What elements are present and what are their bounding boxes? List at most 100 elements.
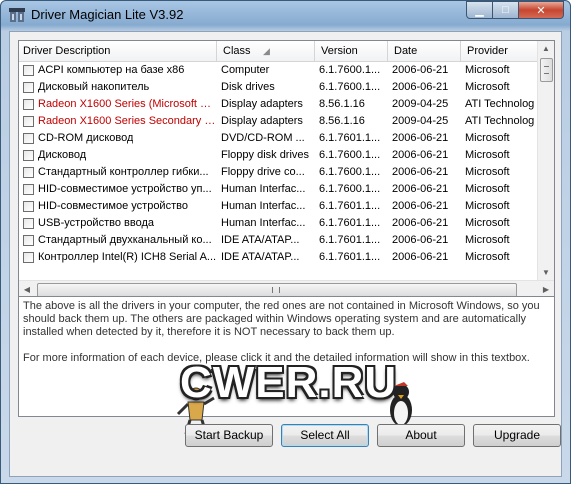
column-header-provider[interactable]: Provider [461, 41, 539, 61]
date-cell: 2006-06-21 [392, 217, 449, 229]
date-cell: 2009-04-25 [392, 115, 449, 127]
version-cell: 8.56.1.16 [319, 98, 365, 110]
row-checkbox[interactable] [23, 82, 34, 93]
row-checkbox[interactable] [23, 133, 34, 144]
driver-name: CD-ROM дисковод [38, 132, 134, 144]
row-checkbox[interactable] [23, 99, 34, 110]
column-header-date[interactable]: Date [388, 41, 461, 61]
close-button[interactable]: ✕ [519, 1, 564, 19]
description-cell: Контроллер Intel(R) ICH8 Serial A... [19, 249, 217, 266]
provider-cell: Microsoft [465, 234, 510, 246]
column-label: Driver Description [23, 45, 111, 57]
close-icon: ✕ [536, 4, 546, 17]
column-label: Date [394, 45, 418, 57]
class-cell: Human Interfac... [221, 217, 306, 229]
column-header-description[interactable]: Driver Description [19, 41, 217, 61]
class-cell: Floppy drive co... [221, 166, 305, 178]
description-cell: ACPI компьютер на базе x86 [19, 62, 217, 79]
class-cell: Human Interfac... [221, 200, 306, 212]
window-title: Driver Magician Lite V3.92 [31, 7, 184, 22]
driver-name: ACPI компьютер на базе x86 [38, 64, 185, 76]
upgrade-button[interactable]: Upgrade [473, 424, 561, 447]
column-header-class[interactable]: Class ◢ [217, 41, 315, 61]
vertical-scrollbar[interactable]: ▲ ▼ [537, 41, 554, 281]
row-checkbox[interactable] [23, 184, 34, 195]
date-cell: 2006-06-21 [392, 234, 449, 246]
table-row[interactable]: HID-совместимое устройство уп... Human In… [19, 181, 539, 198]
date-cell: 2006-06-21 [392, 149, 449, 161]
table-row[interactable]: Контроллер Intel(R) ICH8 Serial A... IDE … [19, 249, 539, 266]
date-cell: 2006-06-21 [392, 251, 449, 263]
table-row[interactable]: ACPI компьютер на базе x86 Computer 6.1.76… [19, 62, 539, 79]
provider-cell: Microsoft [465, 217, 510, 229]
class-cell: Display adapters [221, 115, 303, 127]
row-checkbox[interactable] [23, 167, 34, 178]
provider-cell: Microsoft [465, 149, 510, 161]
table-row[interactable]: USB-устройство ввода Human Interfac... 6.1… [19, 215, 539, 232]
sort-ascending-icon: ◢ [263, 46, 270, 56]
driver-name: HID-совместимое устройство уп... [38, 183, 212, 195]
start-backup-button[interactable]: Start Backup [185, 424, 273, 447]
version-cell: 6.1.7600.1... [319, 149, 381, 161]
table-row[interactable]: Дисковод Floppy disk drives 6.1.7600.1... 2… [19, 147, 539, 164]
minimize-button[interactable]: ▁ [466, 1, 493, 19]
row-checkbox[interactable] [23, 235, 34, 246]
app-window: Driver Magician Lite V3.92 ▁ □ ✕ Driver … [0, 0, 571, 484]
date-cell: 2009-04-25 [392, 98, 449, 110]
class-cell: Floppy disk drives [221, 149, 310, 161]
provider-cell: Microsoft [465, 166, 510, 178]
class-cell: Disk drives [221, 81, 275, 93]
column-header-version[interactable]: Version [315, 41, 388, 61]
table-row[interactable]: CD-ROM дисковод DVD/CD-ROM ... 6.1.7601.1.… [19, 130, 539, 147]
driver-name: Стандартный двухканальный ко... [38, 234, 212, 246]
row-checkbox[interactable] [23, 150, 34, 161]
description-cell: Radeon X1600 Series (Microsoft C... [19, 96, 217, 113]
description-cell: Стандартный контроллер гибки... [19, 164, 217, 181]
driver-list[interactable]: Driver Description Class ◢ Version Date P… [18, 40, 555, 300]
version-cell: 6.1.7601.1... [319, 200, 381, 212]
row-checkbox[interactable] [23, 201, 34, 212]
driver-name: HID-совместимое устройство [38, 200, 188, 212]
description-cell: USB-устройство ввода [19, 215, 217, 232]
watermark-text: CWER.RU [180, 358, 398, 407]
description-cell: Стандартный двухканальный ко... [19, 232, 217, 249]
driver-name: Дисковод [38, 149, 87, 161]
description-cell: Дисковод [19, 147, 217, 164]
description-cell: HID-совместимое устройство уп... [19, 181, 217, 198]
maximize-button[interactable]: □ [493, 1, 519, 19]
column-label: Version [321, 45, 358, 57]
row-checkbox[interactable] [23, 252, 34, 263]
driver-name: Дисковый накопитель [38, 81, 150, 93]
watermark-penguin-icon [390, 382, 412, 426]
list-header: Driver Description Class ◢ Version Date P… [19, 41, 539, 62]
date-cell: 2006-06-21 [392, 64, 449, 76]
list-body: ACPI компьютер на базе x86 Computer 6.1.76… [19, 62, 539, 266]
table-row[interactable]: Дисковый накопитель Disk drives 6.1.7600.1… [19, 79, 539, 96]
row-checkbox[interactable] [23, 65, 34, 76]
version-cell: 8.56.1.16 [319, 115, 365, 127]
date-cell: 2006-06-21 [392, 183, 449, 195]
select-all-button[interactable]: Select All [281, 424, 369, 447]
minimize-icon: ▁ [475, 4, 484, 17]
row-checkbox[interactable] [23, 116, 34, 127]
table-row[interactable]: Стандартный двухканальный ко... IDE ATA/A… [19, 232, 539, 249]
maximize-icon: □ [502, 4, 509, 16]
title-bar[interactable]: Driver Magician Lite V3.92 ▁ □ ✕ [1, 1, 570, 29]
table-row[interactable]: Стандартный контроллер гибки... Floppy dr… [19, 164, 539, 181]
provider-cell: Microsoft [465, 251, 510, 263]
table-row[interactable]: Radeon X1600 Series (Microsoft C... Displ… [19, 96, 539, 113]
table-row[interactable]: HID-совместимое устройство Human Interfac… [19, 198, 539, 215]
version-cell: 6.1.7600.1... [319, 64, 381, 76]
scroll-up-icon[interactable]: ▲ [538, 41, 554, 57]
about-button[interactable]: About [377, 424, 465, 447]
version-cell: 6.1.7601.1... [319, 234, 381, 246]
vertical-scroll-thumb[interactable] [540, 58, 553, 82]
scroll-down-icon[interactable]: ▼ [538, 265, 554, 281]
date-cell: 2006-06-21 [392, 200, 449, 212]
provider-cell: Microsoft [465, 183, 510, 195]
table-row[interactable]: Radeon X1600 Series Secondary (... Displa… [19, 113, 539, 130]
date-cell: 2006-06-21 [392, 81, 449, 93]
row-checkbox[interactable] [23, 218, 34, 229]
column-label: Class [223, 45, 251, 57]
driver-name: Radeon X1600 Series Secondary (... [38, 115, 217, 127]
